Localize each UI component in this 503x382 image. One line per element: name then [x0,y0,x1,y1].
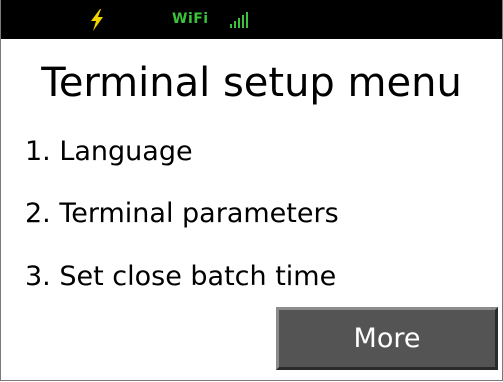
wifi-label: WiFi [172,11,209,27]
menu-item-set-close-batch-time[interactable]: 3. Set close batch time [25,261,336,293]
terminal-screen: WiFi Terminal setup menu 1. Language 2. … [0,0,503,381]
signal-strength-icon [230,12,248,28]
more-button[interactable]: More [276,307,498,370]
lightning-bolt-icon [91,9,103,31]
status-bar: WiFi [1,0,502,39]
menu-item-terminal-parameters[interactable]: 2. Terminal parameters [25,198,339,230]
page-title: Terminal setup menu [41,60,462,106]
menu-item-language[interactable]: 1. Language [25,136,193,168]
